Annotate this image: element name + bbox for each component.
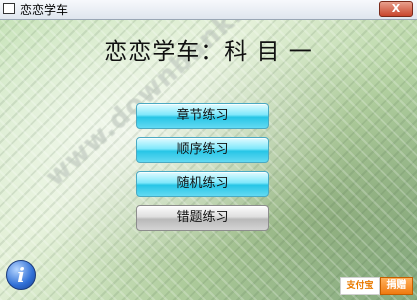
info-icon[interactable]: i	[6, 260, 36, 290]
main-panel: www.downbank.cn 恋恋学车：科 目 一 章节练习 顺序练习 随机练…	[0, 20, 417, 300]
app-window-icon	[3, 3, 15, 14]
wrong-questions-practice-button[interactable]: 错题练习	[136, 205, 269, 231]
sequential-practice-button[interactable]: 顺序练习	[136, 137, 269, 163]
window-title: 恋恋学车	[20, 3, 69, 17]
donate-button[interactable]: 捐赠	[380, 277, 413, 295]
page-title: 恋恋学车：科 目 一	[104, 39, 313, 65]
alipay-logo: 支付宝	[340, 277, 380, 295]
random-practice-button[interactable]: 随机练习	[136, 171, 269, 197]
title-bar: 恋恋学车 X	[0, 0, 417, 20]
chapter-practice-button[interactable]: 章节练习	[136, 103, 269, 129]
close-button[interactable]: X	[379, 1, 413, 17]
